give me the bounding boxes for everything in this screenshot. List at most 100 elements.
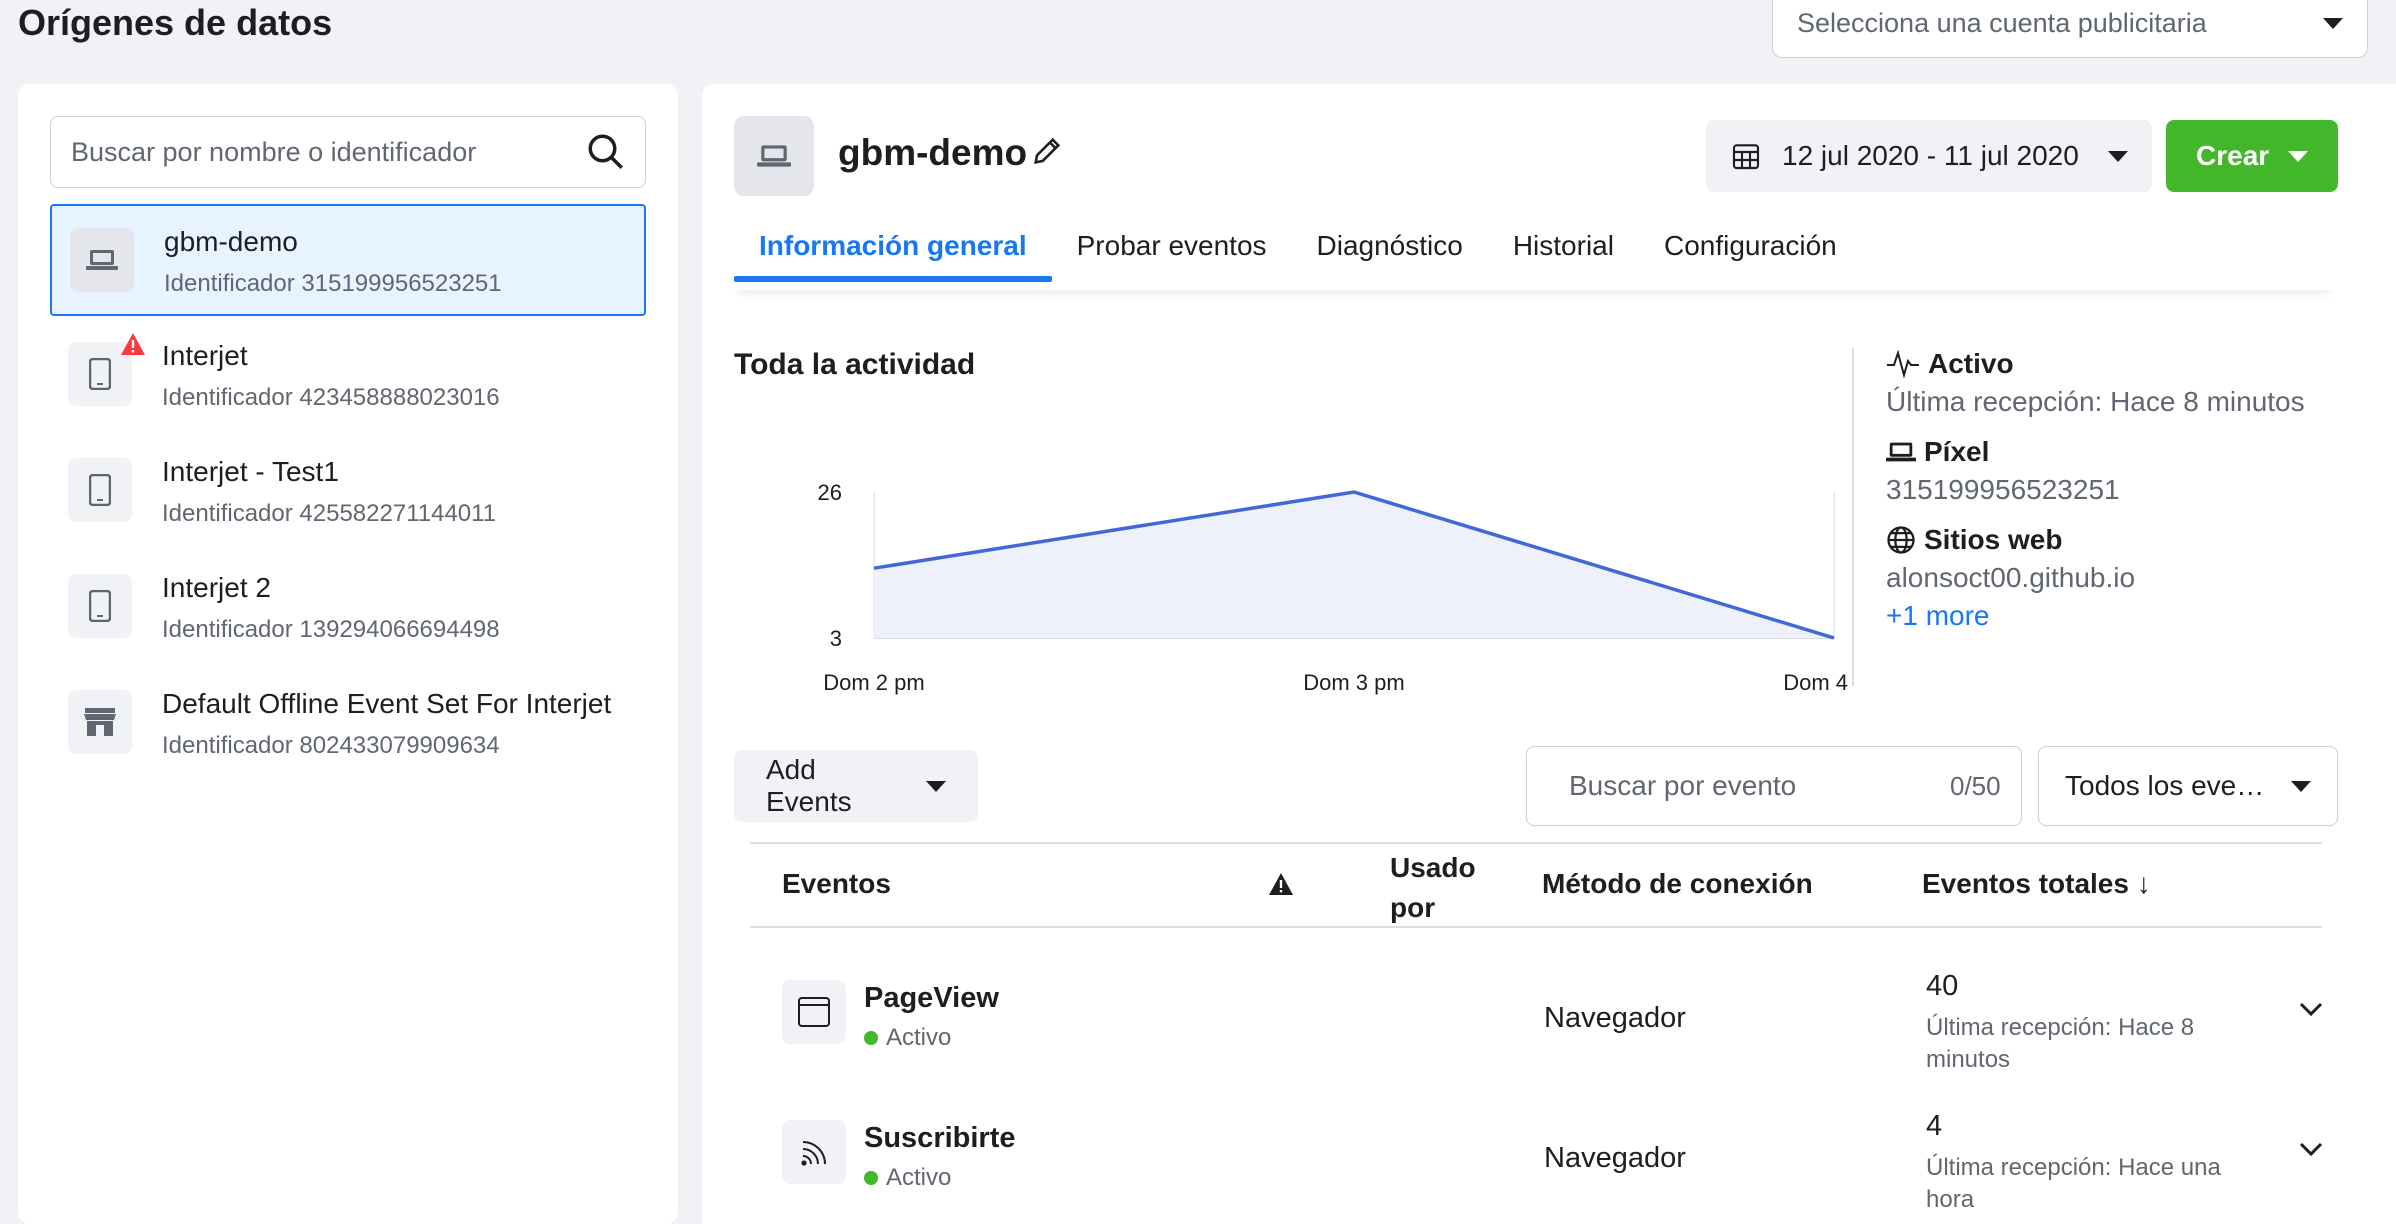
tab-diagnostico[interactable]: Diagnóstico [1292,216,1488,276]
calendar-icon [1732,144,1760,170]
activity-chart: 26 3 Dom 2 pm Dom 3 pm Dom 4 pm [818,480,1854,695]
event-search-box[interactable]: 0/50 [1526,746,2022,826]
header-events[interactable]: Eventos [782,868,891,900]
event-name: PageView [864,982,999,1014]
chart-x-tick-label: Dom 3 pm [1303,670,1404,695]
activity-value: Última recepción: Hace 8 minutos [1886,386,2305,417]
add-events-button[interactable]: Add Events [734,750,978,822]
event-status: Activo [864,1164,951,1192]
event-connection-method: Navegador [1544,1142,1686,1174]
source-search-input[interactable] [69,135,585,169]
event-search-input[interactable] [1567,769,1932,803]
warning-icon [121,333,145,355]
websites-info: Sitios web alonsoct00.github.io +1 more [1886,524,2352,632]
event-status-label: Activo [886,1024,952,1051]
pixel-id-info: Píxel 315199956523251 [1886,436,2352,506]
chart-y-tick-label: 26 [818,480,842,505]
website-value: alonsoct00.github.io [1886,562,2136,593]
source-id: Identificador 315199956523251 [164,270,502,297]
chart-x-tick-label: Dom 4 pm [1783,670,1854,695]
table-header: Eventos Usado por Método de conexión Eve… [750,842,2322,928]
tab-informacion-general[interactable]: Información general [734,216,1052,282]
event-filter-label: Todos los eve… [2065,770,2265,801]
source-name: Interjet 2 [162,572,271,603]
table-row[interactable]: Suscribirte Activo Navegador 4 Última re… [750,1068,2324,1213]
header-used-by-line1: Usado [1390,852,1476,883]
laptop-icon [1886,442,1916,462]
tab-bar: Información general Probar eventos Diagn… [734,216,2334,368]
browser-window-icon [782,980,846,1044]
event-count: 0/50 [1950,770,2001,801]
ad-account-select-label: Selecciona una cuenta publicitaria [1797,7,2207,38]
activity-info: Activo Última recepción: Hace 8 minutos [1886,348,2352,418]
add-events-label: Add Events [766,754,852,817]
header-used-by[interactable]: Usado por [1390,848,1476,928]
status-dot [864,1171,878,1185]
date-range-label: 12 jul 2020 - 11 jul 2020 [1782,140,2079,171]
source-id: Identificador 423458888023016 [162,384,500,411]
chevron-down-icon[interactable] [2298,1000,2324,1018]
ad-account-select[interactable]: Selecciona una cuenta publicitaria [1772,0,2368,58]
source-item-interjet-test1[interactable]: Interjet - Test1 Identificador 425582271… [50,436,646,548]
create-button-label: Crear [2196,140,2270,171]
pixel-title: Píxel [1924,436,1990,467]
laptop-icon [70,228,134,292]
source-name: Interjet [162,340,248,371]
store-icon [68,690,132,754]
event-status: Activo [864,1024,951,1052]
mobile-icon [68,574,132,638]
event-connection-method: Navegador [1544,1002,1686,1034]
create-button[interactable]: Crear [2166,120,2338,192]
chart-x-tick-label: Dom 2 pm [823,670,924,695]
caret-down-icon [2288,150,2308,162]
pixel-info: Activo Última recepción: Hace 8 minutos … [1852,348,2352,686]
source-item-gbm-demo[interactable]: gbm-demo Identificador 315199956523251 [50,204,646,316]
source-name: Interjet - Test1 [162,456,339,487]
tab-probar-eventos[interactable]: Probar eventos [1052,216,1292,276]
page-title: Orígenes de datos [18,2,333,43]
events-table: Eventos Usado por Método de conexión Eve… [750,842,2324,1213]
mobile-icon [68,458,132,522]
event-filter-select[interactable]: Todos los eve… [2038,746,2338,826]
source-item-default-offline[interactable]: Default Offline Event Set For Interjet I… [50,668,646,780]
activity-title: Activo [1928,348,2014,379]
websites-title: Sitios web [1924,524,2063,555]
event-total: 4 [1926,1110,1943,1142]
event-status-label: Activo [886,1164,952,1191]
pencil-icon[interactable] [1030,134,1064,168]
tab-configuracion[interactable]: Configuración [1639,216,1862,276]
pixel-id-value: 315199956523251 [1886,474,2120,505]
event-total: 40 [1926,970,1959,1002]
source-item-interjet[interactable]: Interjet Identificador 423458888023016 [50,320,646,432]
source-id: Identificador 139294066694498 [162,616,500,643]
source-name: Default Offline Event Set For Interjet [162,688,612,719]
table-row[interactable]: PageView Activo Navegador 40 Última rece… [750,928,2324,1073]
caret-down-icon [2108,150,2128,162]
source-list: gbm-demo Identificador 315199956523251 I… [50,204,646,784]
globe-icon [1887,526,1915,554]
chart-title: Toda la actividad [734,348,976,381]
source-id: Identificador 802433079909634 [162,732,500,759]
source-search-box[interactable] [50,116,646,188]
caret-down-icon [2291,780,2311,792]
date-range-picker[interactable]: 12 jul 2020 - 11 jul 2020 [1706,120,2152,192]
source-item-interjet-2[interactable]: Interjet 2 Identificador 139294066694498 [50,552,646,664]
source-title: gbm-demo [838,132,1028,173]
event-last-received: Última recepción: Hace una hora [1926,1154,2221,1213]
more-websites-link[interactable]: +1 more [1886,600,2352,632]
status-dot [864,1031,878,1045]
source-name: gbm-demo [164,226,298,257]
header-connection-method[interactable]: Método de conexión [1542,868,1813,900]
caret-down-icon [2323,17,2343,29]
main-panel: gbm-demo 12 jul 2020 - 11 jul 2020 Crear… [702,84,2396,1224]
header-used-by-line2: por [1390,892,1436,923]
warning-icon [1269,873,1293,895]
chart-y-tick-label: 3 [830,626,842,651]
laptop-icon [734,116,814,196]
event-name: Suscribirte [864,1122,1016,1154]
tab-historial[interactable]: Historial [1488,216,1639,276]
header-total-events[interactable]: Eventos totales ↓ [1922,868,2151,900]
chevron-down-icon[interactable] [2298,1140,2324,1158]
source-id: Identificador 425582271144011 [162,500,497,527]
search-icon[interactable] [585,131,627,173]
